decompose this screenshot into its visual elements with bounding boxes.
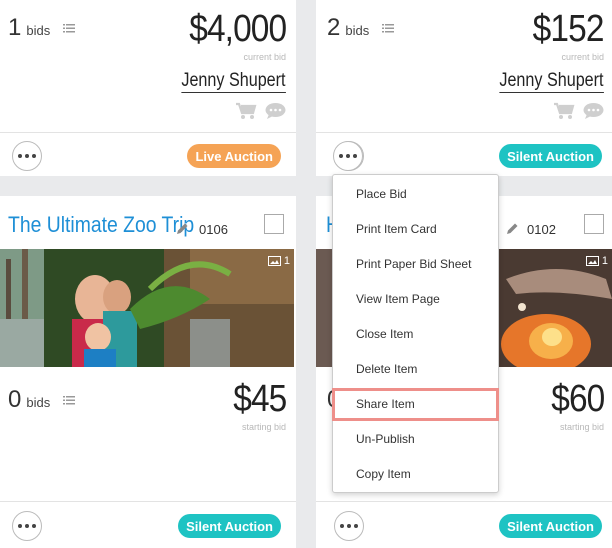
bid-count-number: 2 (327, 14, 341, 41)
list-icon[interactable] (381, 24, 394, 33)
bid-count: 0 bids (8, 386, 75, 414)
auction-card-top-left: 1 bids $4,000 current bid Jenny Shupert L… (0, 0, 296, 176)
cart-icon[interactable] (235, 102, 257, 120)
card-divider (0, 501, 296, 502)
list-icon[interactable] (62, 24, 75, 33)
bid-count-label: bids (26, 23, 51, 38)
more-options-button[interactable] (12, 141, 42, 171)
menu-item-close-item[interactable]: Close Item (356, 327, 413, 341)
menu-item-view-item-page[interactable]: View Item Page (356, 292, 440, 306)
image-icon (267, 256, 281, 266)
image-count-number: 1 (283, 255, 290, 267)
more-options-button[interactable] (334, 511, 364, 541)
starting-bid-label: starting bid (241, 422, 286, 432)
image-count: 1 (267, 255, 290, 267)
card-divider (316, 501, 612, 502)
edit-pencil-icon[interactable] (506, 222, 519, 235)
item-photo[interactable]: 1 (0, 249, 294, 367)
silent-auction-badge: Silent Auction (499, 514, 602, 538)
select-checkbox[interactable] (264, 214, 284, 234)
card-action-icons (553, 102, 604, 120)
menu-item-place-bid[interactable]: Place Bid (356, 187, 407, 201)
item-title-link[interactable]: The Ultimate Zoo Trip (8, 212, 194, 238)
cart-icon[interactable] (553, 102, 575, 120)
live-auction-badge: Live Auction (187, 144, 281, 168)
share-item-highlight (332, 388, 499, 421)
edit-pencil-icon[interactable] (176, 222, 189, 235)
more-options-button-active[interactable] (333, 141, 363, 171)
high-bidder-link[interactable]: Jenny Shupert (499, 70, 604, 93)
current-bid-amount: $152 (533, 8, 605, 50)
menu-item-print-paper-bid-sheet[interactable]: Print Paper Bid Sheet (356, 257, 471, 271)
select-checkbox[interactable] (584, 214, 604, 234)
bid-count-label: bids (26, 395, 51, 410)
card-divider (316, 132, 612, 133)
image-icon (585, 256, 599, 266)
current-bid-amount: $4,000 (188, 8, 287, 50)
item-number: 0102 (527, 222, 556, 237)
high-bidder-link[interactable]: Jenny Shupert (181, 70, 286, 93)
current-bid-label: current bid (561, 52, 604, 62)
image-count: 1 (585, 255, 608, 267)
item-number: 0106 (199, 222, 228, 237)
current-bid-label: current bid (243, 52, 286, 62)
bid-count: 1 bids (8, 14, 75, 42)
auction-card-bottom-left: The Ultimate Zoo Trip 0106 1 0 bids $45 … (0, 196, 296, 548)
bid-count-label: bids (345, 23, 370, 38)
menu-item-delete-item[interactable]: Delete Item (356, 362, 417, 376)
more-options-button[interactable] (12, 511, 42, 541)
menu-item-copy-item[interactable]: Copy Item (356, 467, 411, 481)
chat-icon[interactable] (583, 102, 604, 120)
chat-icon[interactable] (265, 102, 286, 120)
item-options-menu: Place Bid Print Item Card Print Paper Bi… (332, 174, 499, 493)
list-icon[interactable] (62, 396, 75, 405)
starting-bid-amount: $45 (232, 378, 287, 420)
bid-count-number: 1 (8, 14, 22, 41)
starting-bid-amount: $60 (550, 378, 605, 420)
zoo-photo-image (0, 249, 294, 367)
card-action-icons (235, 102, 286, 120)
bid-count-number: 0 (8, 386, 22, 413)
menu-item-un-publish[interactable]: Un-Publish (356, 432, 415, 446)
card-divider (0, 132, 296, 133)
bid-count: 2 bids (327, 14, 394, 42)
starting-bid-label: starting bid (559, 422, 604, 432)
silent-auction-badge: Silent Auction (178, 514, 281, 538)
image-count-number: 1 (601, 255, 608, 267)
silent-auction-badge: Silent Auction (499, 144, 602, 168)
menu-item-print-item-card[interactable]: Print Item Card (356, 222, 437, 236)
